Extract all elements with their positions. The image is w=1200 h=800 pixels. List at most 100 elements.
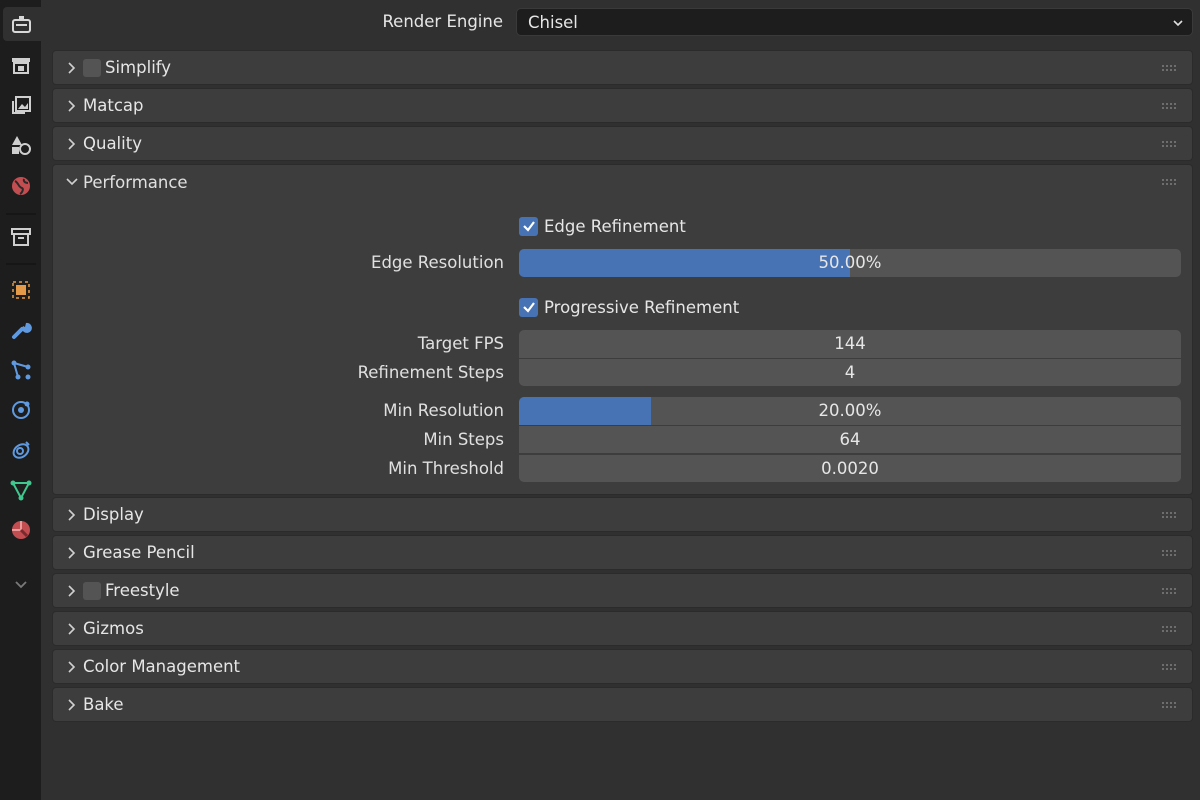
checkmark-icon — [522, 302, 535, 313]
progressive-refinement-toggle[interactable]: Progressive Refinement — [519, 296, 739, 318]
chevron-down-icon — [1173, 20, 1183, 27]
min-resolution-label: Min Resolution — [383, 401, 504, 420]
edge-refinement-checkbox[interactable] — [519, 216, 538, 236]
edge-refinement-label: Edge Refinement — [544, 216, 686, 236]
modifier-icon — [12, 322, 32, 339]
panel-quality[interactable]: Quality — [52, 126, 1193, 161]
tool-tab[interactable] — [3, 7, 41, 41]
panel-color-management[interactable]: Color Management — [52, 649, 1193, 684]
panel-title: Matcap — [83, 96, 144, 115]
drag-handle-icon[interactable] — [1162, 626, 1178, 633]
panel-display[interactable]: Display — [52, 497, 1193, 532]
target-fps-value: 144 — [834, 334, 866, 353]
checkmark-icon — [522, 221, 535, 232]
min-resolution-value: 20.00% — [818, 401, 882, 420]
drag-handle-icon[interactable] — [1162, 588, 1178, 595]
constraints-tab[interactable] — [4, 433, 38, 467]
chevron-down-icon[interactable] — [65, 175, 79, 188]
render-engine-dropdown[interactable]: Chisel — [516, 8, 1193, 36]
min-steps-label: Min Steps — [423, 430, 504, 449]
drag-handle-icon[interactable] — [1162, 512, 1178, 519]
tool-icon — [12, 16, 31, 33]
chevron-right-icon — [68, 699, 76, 711]
world-icon — [12, 177, 30, 195]
chevron-right-icon — [68, 623, 76, 635]
constraints-icon — [12, 441, 30, 459]
view-layer-icon — [12, 136, 31, 155]
min-steps-value: 64 — [839, 430, 861, 449]
panel-bake[interactable]: Bake — [52, 687, 1193, 722]
drag-handle-icon[interactable] — [1162, 179, 1178, 186]
progressive-refinement-checkbox[interactable] — [519, 297, 538, 317]
simplify-checkbox[interactable] — [83, 59, 101, 77]
object-tab[interactable] — [4, 273, 38, 307]
panel-gizmos[interactable]: Gizmos — [52, 611, 1193, 646]
drag-handle-icon[interactable] — [1162, 550, 1178, 557]
chevron-right-icon — [68, 138, 76, 150]
chevron-right-icon — [68, 62, 76, 74]
target-fps-label: Target FPS — [417, 334, 504, 353]
min-threshold-field[interactable]: 0.0020 — [519, 454, 1181, 482]
target-fps-field[interactable]: 144 — [519, 330, 1181, 358]
min-threshold-value: 0.0020 — [821, 459, 879, 478]
min-steps-field[interactable]: 64 — [519, 425, 1181, 453]
panel-title: Quality — [83, 134, 142, 153]
render-icon — [12, 58, 30, 74]
modifier-tab[interactable] — [4, 313, 38, 347]
drag-handle-icon[interactable] — [1162, 141, 1178, 148]
min-threshold-label: Min Threshold — [388, 459, 504, 478]
particles-icon — [11, 360, 31, 380]
data-icon — [10, 480, 32, 501]
min-resolution-slider[interactable]: 20.00% — [519, 397, 1181, 425]
render-engine-label: Render Engine — [382, 12, 503, 31]
panel-simplify[interactable]: Simplify — [52, 50, 1193, 85]
drag-handle-icon[interactable] — [1162, 664, 1178, 671]
edge-resolution-label: Edge Resolution — [371, 253, 504, 272]
view-layer-tab[interactable] — [4, 128, 38, 162]
data-tab[interactable] — [4, 473, 38, 507]
tab-separator — [6, 213, 36, 215]
panel-title: Display — [83, 505, 144, 524]
output-tab[interactable] — [4, 88, 38, 122]
panel-title[interactable]: Performance — [83, 173, 188, 192]
panel-matcap[interactable]: Matcap — [52, 88, 1193, 123]
edge-resolution-value: 50.00% — [818, 253, 882, 272]
panel-title: Bake — [83, 695, 124, 714]
panel-title: Gizmos — [83, 619, 144, 638]
material-icon — [12, 521, 30, 539]
panel-title: Freestyle — [105, 581, 180, 600]
chevron-right-icon — [68, 100, 76, 112]
drag-handle-icon[interactable] — [1162, 103, 1178, 110]
properties-tab-strip — [0, 0, 41, 800]
scene-tab[interactable] — [4, 169, 38, 203]
chevron-right-icon — [68, 585, 76, 597]
collection-icon — [11, 228, 31, 246]
panel-title: Simplify — [105, 58, 172, 77]
physics-icon — [12, 401, 30, 419]
panel-title: Grease Pencil — [83, 543, 195, 562]
refinement-steps-field[interactable]: 4 — [519, 358, 1181, 386]
particles-tab[interactable] — [4, 353, 38, 387]
render-engine-value: Chisel — [528, 13, 578, 32]
more-tabs-button[interactable] — [4, 567, 38, 601]
object-icon — [12, 281, 30, 299]
collection-tab[interactable] — [4, 220, 38, 254]
edge-resolution-slider[interactable]: 50.00% — [519, 249, 1181, 277]
chevron-right-icon — [68, 547, 76, 559]
chevron-right-icon — [68, 509, 76, 521]
panel-performance: Performance Edge Refinement Edge Resolut… — [52, 164, 1193, 495]
progressive-refinement-label: Progressive Refinement — [544, 297, 740, 317]
render-engine-row: Render Engine Chisel — [41, 6, 1200, 36]
material-tab[interactable] — [4, 513, 38, 547]
physics-tab[interactable] — [4, 393, 38, 427]
drag-handle-icon[interactable] — [1162, 65, 1178, 72]
panel-freestyle[interactable]: Freestyle — [52, 573, 1193, 608]
drag-handle-icon[interactable] — [1162, 702, 1178, 709]
freestyle-checkbox[interactable] — [83, 582, 101, 600]
edge-refinement-toggle[interactable]: Edge Refinement — [519, 215, 686, 237]
refinement-steps-value: 4 — [844, 363, 856, 382]
chevron-down-icon — [15, 581, 27, 589]
tab-separator — [6, 263, 36, 265]
panel-grease-pencil[interactable]: Grease Pencil — [52, 535, 1193, 570]
render-tab[interactable] — [4, 48, 38, 82]
